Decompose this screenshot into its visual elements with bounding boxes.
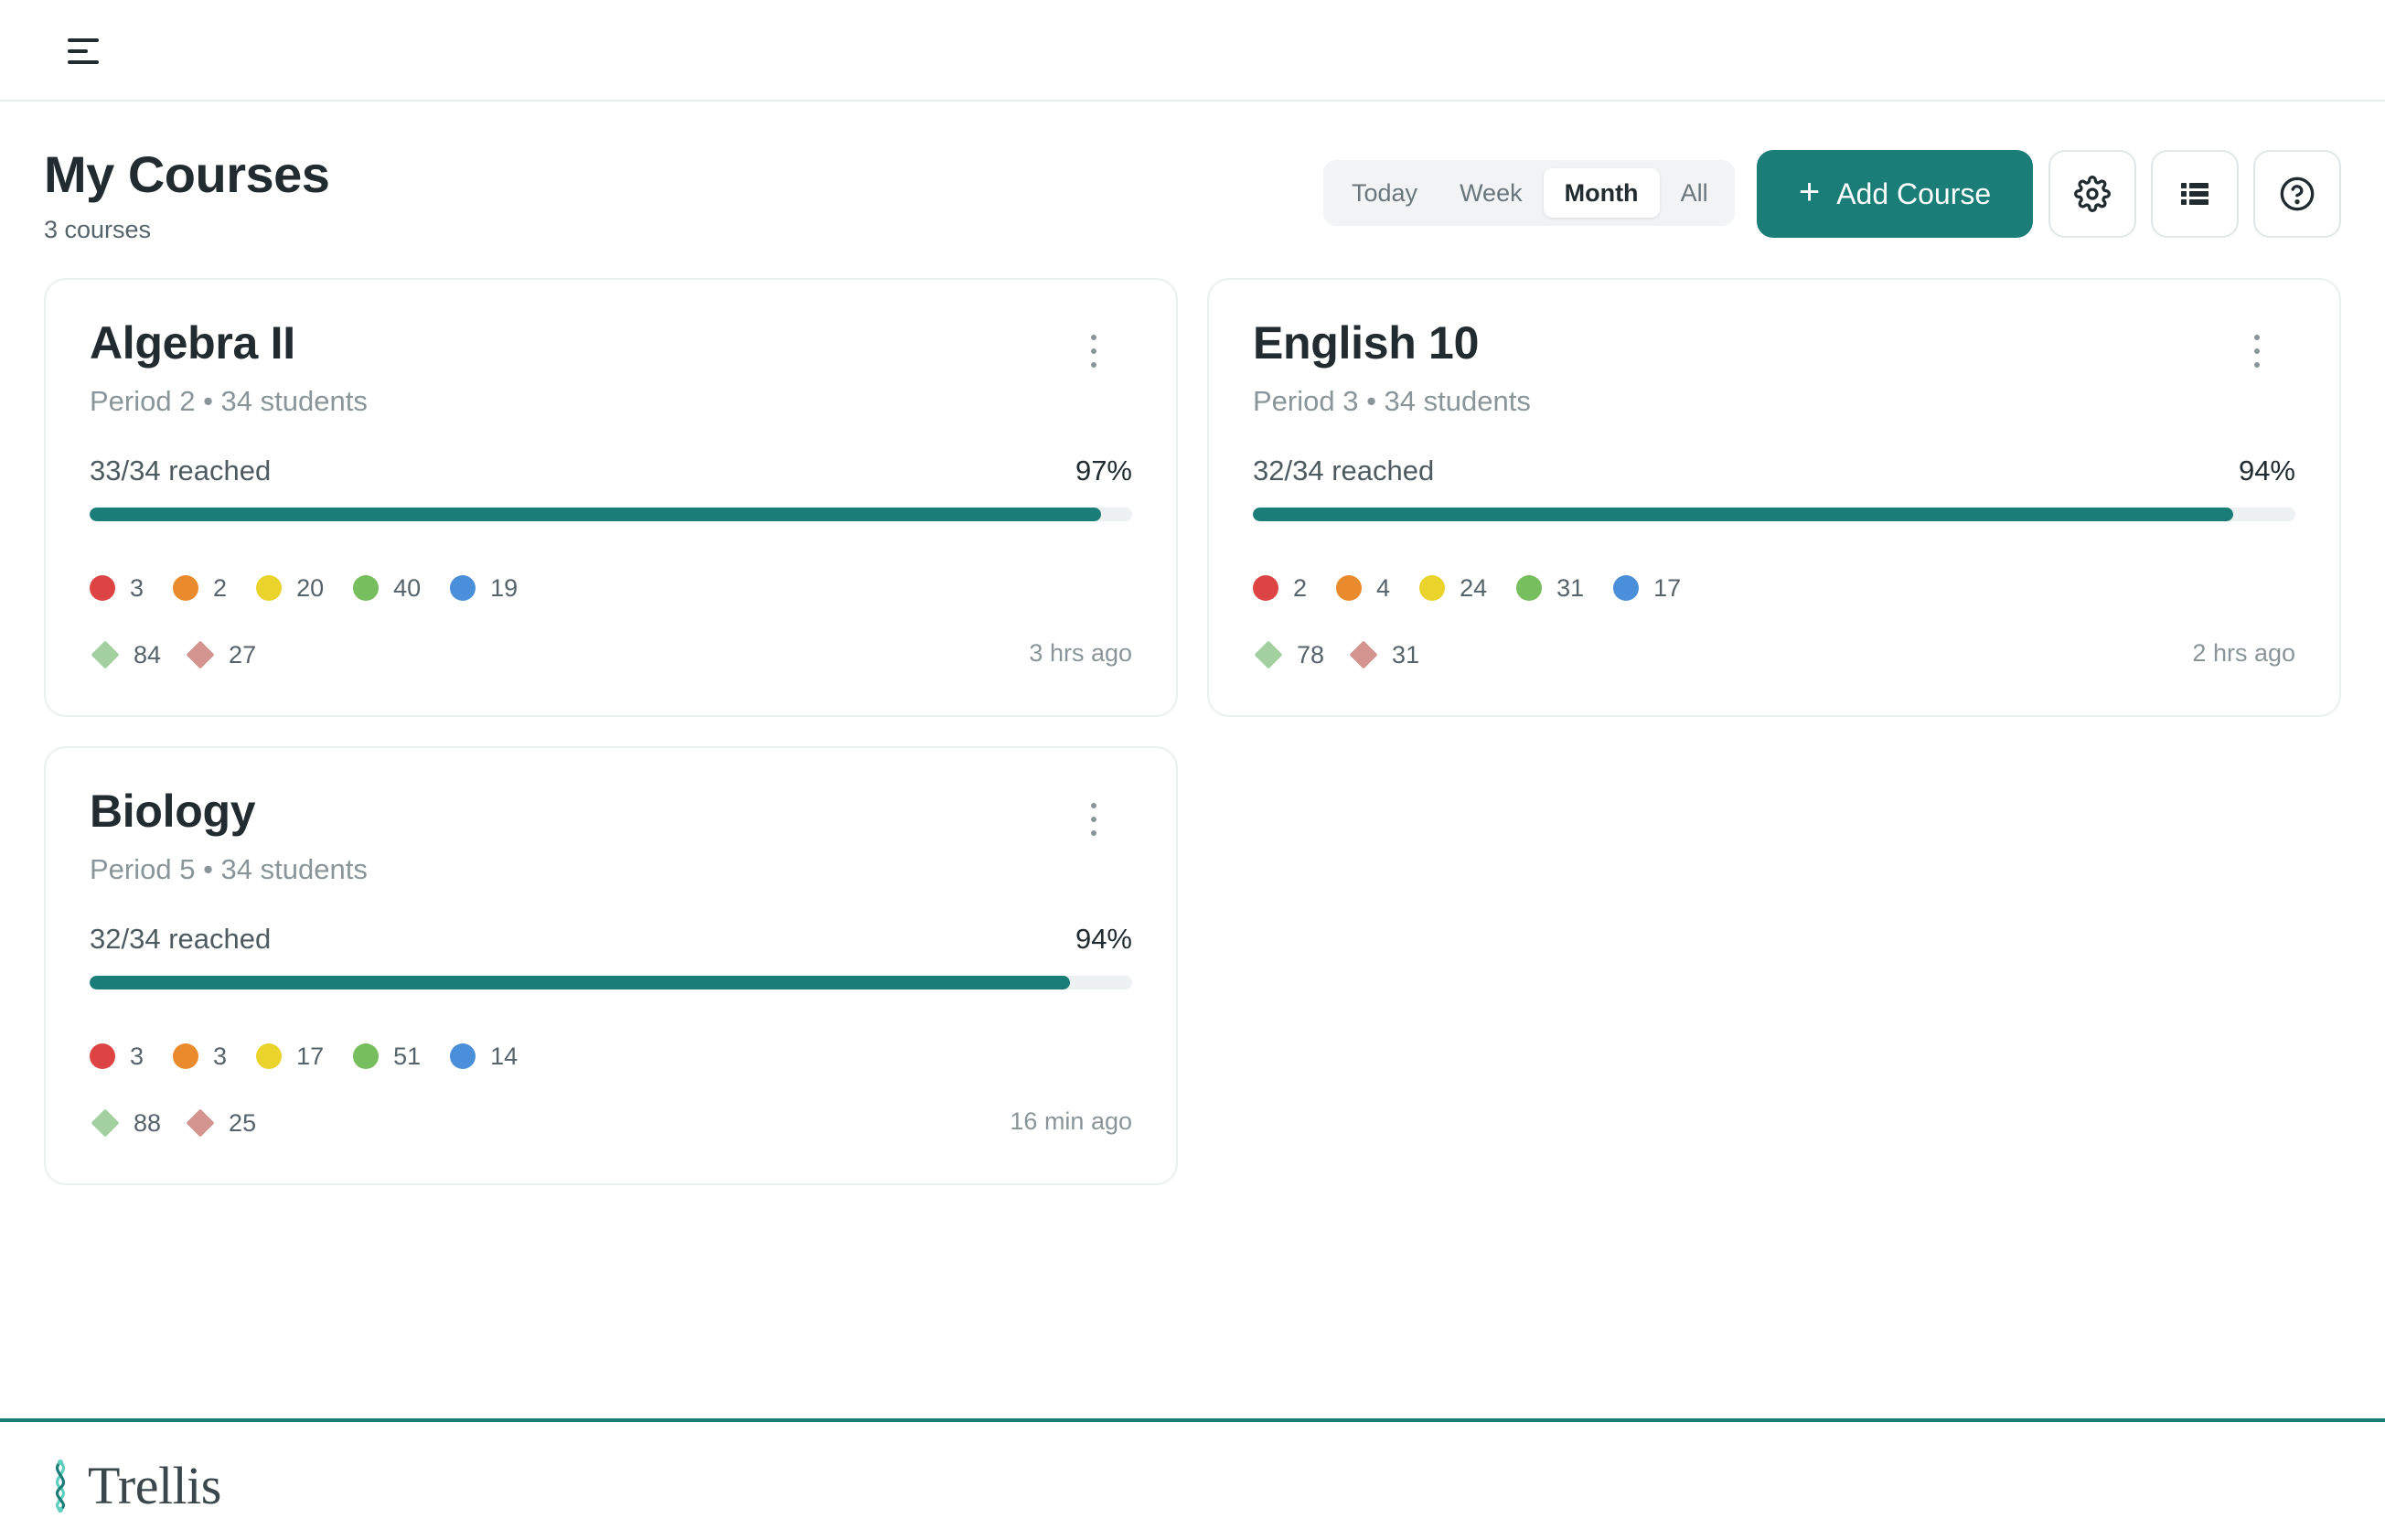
course-title: English 10 xyxy=(1253,317,1480,369)
reached-percent: 94% xyxy=(1075,923,1132,955)
green-dot-icon xyxy=(353,1043,380,1069)
status-green: 31 xyxy=(1516,574,1584,603)
add-course-label: Add Course xyxy=(1836,176,1992,210)
status-yellow: 20 xyxy=(256,574,324,603)
help-button[interactable] xyxy=(2253,150,2341,238)
brand-name: Trellis xyxy=(88,1456,221,1515)
status-blue: 14 xyxy=(450,1043,518,1071)
diamond-stats: 88 25 xyxy=(90,1105,280,1141)
range-week[interactable]: Week xyxy=(1438,168,1544,218)
yellow-dot-icon xyxy=(1419,575,1446,601)
time-range-toggle: Today Week Month All xyxy=(1323,160,1735,226)
diamond-green-stat: 84 xyxy=(90,640,161,669)
status-orange: 4 xyxy=(1336,574,1390,603)
status-dots: 3 2 20 40 19 xyxy=(90,570,547,606)
more-options-icon[interactable] xyxy=(2248,335,2266,368)
reached-count: 32/34 reached xyxy=(90,923,272,955)
reached-count: 32/34 reached xyxy=(1253,455,1435,487)
status-red: 2 xyxy=(1253,574,1307,603)
add-course-button[interactable]: + Add Course xyxy=(1757,150,2033,238)
footer: Trellis xyxy=(0,1418,2385,1540)
diamond-green-stat: 88 xyxy=(90,1108,161,1138)
red-dot-icon xyxy=(1253,575,1278,601)
more-options-icon[interactable] xyxy=(1085,803,1103,836)
green-diamond-icon xyxy=(91,640,120,669)
status-green: 40 xyxy=(353,574,421,603)
reached-percent: 94% xyxy=(2238,455,2295,487)
page-title: My Courses xyxy=(44,145,330,203)
status-green: 51 xyxy=(353,1043,421,1071)
last-updated: 3 hrs ago xyxy=(1029,639,1132,667)
trellis-logo-icon xyxy=(56,1459,65,1513)
settings-button[interactable] xyxy=(2048,150,2136,238)
gear-icon xyxy=(2074,176,2111,212)
status-orange: 3 xyxy=(173,1043,227,1071)
brand[interactable]: Trellis xyxy=(42,1455,221,1516)
status-blue: 17 xyxy=(1613,574,1681,603)
diamond-stats: 84 27 xyxy=(90,636,280,673)
range-all[interactable]: All xyxy=(1660,168,1729,218)
diamond-red-stat: 31 xyxy=(1348,640,1419,669)
red-diamond-icon xyxy=(186,640,215,669)
orange-dot-icon xyxy=(1336,575,1363,601)
blue-dot-icon xyxy=(450,575,476,601)
status-red: 3 xyxy=(90,1043,144,1071)
list-view-button[interactable] xyxy=(2151,150,2239,238)
course-title: Biology xyxy=(90,786,256,837)
course-meta: Period 2 • 34 students xyxy=(90,385,368,417)
progress-fill xyxy=(90,508,1101,521)
status-dots: 3 3 17 51 14 xyxy=(90,1038,547,1075)
orange-dot-icon xyxy=(173,575,199,601)
red-dot-icon xyxy=(90,575,115,601)
course-meta: Period 5 • 34 students xyxy=(90,853,368,885)
range-today[interactable]: Today xyxy=(1331,168,1438,218)
blue-dot-icon xyxy=(450,1043,476,1069)
red-diamond-icon xyxy=(186,1108,215,1138)
course-card-algebra-ii[interactable]: Algebra II Period 2 • 34 students 33/34 … xyxy=(44,278,1178,717)
diamond-green-stat: 78 xyxy=(1253,640,1324,669)
red-dot-icon xyxy=(90,1043,115,1069)
status-dots: 2 4 24 31 17 xyxy=(1253,570,1710,606)
course-title: Algebra II xyxy=(90,317,295,369)
status-orange: 2 xyxy=(173,574,227,603)
course-card-biology[interactable]: Biology Period 5 • 34 students 32/34 rea… xyxy=(44,746,1178,1185)
list-view-icon xyxy=(2181,183,2209,205)
last-updated: 16 min ago xyxy=(1010,1107,1132,1135)
orange-dot-icon xyxy=(173,1043,199,1069)
progress-bar xyxy=(90,976,1132,989)
top-bar xyxy=(0,0,2385,102)
green-dot-icon xyxy=(353,575,380,601)
diamond-stats: 78 31 xyxy=(1253,636,1443,673)
hamburger-menu-icon[interactable] xyxy=(57,27,112,75)
status-blue: 19 xyxy=(450,574,518,603)
more-options-icon[interactable] xyxy=(1085,335,1103,368)
diamond-red-stat: 27 xyxy=(185,640,256,669)
blue-dot-icon xyxy=(1613,575,1640,601)
course-meta: Period 3 • 34 students xyxy=(1253,385,1531,417)
range-month[interactable]: Month xyxy=(1543,168,1660,218)
progress-bar xyxy=(1253,508,2295,521)
reached-count: 33/34 reached xyxy=(90,455,272,487)
course-count: 3 courses xyxy=(44,216,152,243)
green-diamond-icon xyxy=(91,1108,120,1138)
plus-icon: + xyxy=(1798,172,1821,212)
yellow-dot-icon xyxy=(256,575,283,601)
red-diamond-icon xyxy=(1349,640,1378,669)
green-diamond-icon xyxy=(1254,640,1283,669)
reached-percent: 97% xyxy=(1075,455,1132,487)
green-dot-icon xyxy=(1516,575,1543,601)
progress-fill xyxy=(90,976,1070,989)
progress-fill xyxy=(1253,508,2233,521)
status-red: 3 xyxy=(90,574,144,603)
yellow-dot-icon xyxy=(256,1043,283,1069)
progress-bar xyxy=(90,508,1132,521)
course-card-english-10[interactable]: English 10 Period 3 • 34 students 32/34 … xyxy=(1207,278,2341,717)
status-yellow: 24 xyxy=(1419,574,1487,603)
status-yellow: 17 xyxy=(256,1043,324,1071)
last-updated: 2 hrs ago xyxy=(2192,639,2295,667)
diamond-red-stat: 25 xyxy=(185,1108,256,1138)
help-circle-icon xyxy=(2280,176,2315,211)
